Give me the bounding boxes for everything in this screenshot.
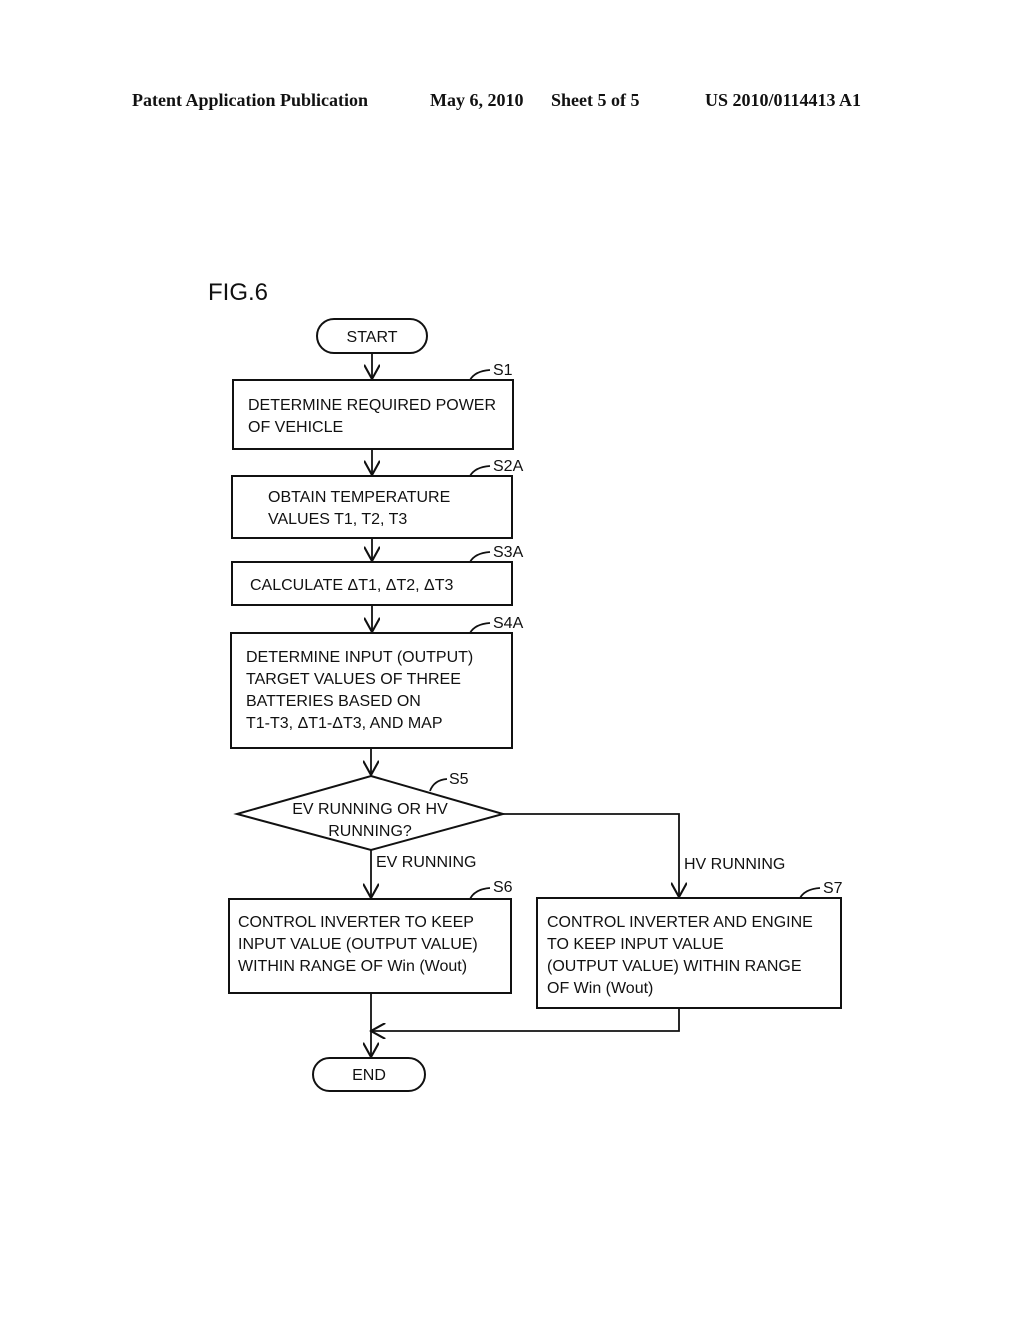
flowchart: FIG.6 START S1 DETERMINE REQUIRED POWER … (208, 279, 843, 1092)
decision-s5-leader (429, 778, 448, 792)
step-s1-line: DETERMINE REQUIRED POWER (248, 397, 496, 414)
step-s6-leader (469, 887, 491, 900)
figure-title: FIG.6 (208, 279, 268, 306)
step-s4a-id: S4A (493, 615, 524, 632)
start-label: START (347, 329, 398, 346)
step-s1-box (232, 379, 514, 450)
end-terminal: END (312, 1057, 426, 1092)
step-s4a-line: TARGET VALUES OF THREE (246, 671, 461, 688)
step-s1: S1 DETERMINE REQUIRED POWER OF VEHICLE (232, 362, 514, 450)
step-s3a: S3A CALCULATE ΔT1, ΔT2, ΔT3 (231, 544, 524, 606)
step-s4a: S4A DETERMINE INPUT (OUTPUT) TARGET VALU… (230, 615, 524, 749)
branch-hv-label: HV RUNNING (684, 856, 785, 873)
step-s1-leader (469, 369, 491, 381)
step-s7-line: TO KEEP INPUT VALUE (547, 936, 724, 953)
step-s3a-leader (469, 551, 491, 563)
step-s2a: S2A OBTAIN TEMPERATURE VALUES T1, T2, T3 (231, 458, 524, 539)
step-s2a-line: OBTAIN TEMPERATURE (268, 489, 450, 506)
step-s1-id: S1 (493, 362, 513, 379)
decision-s5-line: EV RUNNING OR HV (292, 801, 448, 818)
step-s2a-id: S2A (493, 458, 524, 475)
step-s2a-leader (469, 465, 491, 477)
step-s7-leader (799, 887, 821, 899)
arrow-s5-s7 (503, 813, 679, 897)
step-s7-line: CONTROL INVERTER AND ENGINE (547, 914, 813, 931)
end-label: END (352, 1067, 386, 1084)
step-s1-line: OF VEHICLE (248, 419, 343, 436)
step-s4a-line: T1-T3, ΔT1-ΔT3, AND MAP (246, 715, 443, 732)
step-s7-id: S7 (823, 880, 843, 897)
step-s3a-id: S3A (493, 544, 524, 561)
decision-s5-id: S5 (449, 771, 469, 788)
step-s4a-line: DETERMINE INPUT (OUTPUT) (246, 649, 473, 666)
decision-s5-line: RUNNING? (328, 823, 412, 840)
step-s6-id: S6 (493, 879, 513, 896)
step-s4a-line: BATTERIES BASED ON (246, 693, 421, 710)
step-s6-line: WITHIN RANGE OF Win (Wout) (238, 958, 467, 975)
step-s7-line: (OUTPUT VALUE) WITHIN RANGE (547, 958, 802, 975)
step-s2a-line: VALUES T1, T2, T3 (268, 511, 407, 528)
step-s4a-leader (469, 622, 491, 634)
step-s6-line: INPUT VALUE (OUTPUT VALUE) (238, 936, 478, 953)
branch-ev-label: EV RUNNING (376, 854, 476, 871)
arrow-s7-merge (371, 1008, 680, 1031)
start-terminal: START (316, 318, 428, 354)
step-s6-line: CONTROL INVERTER TO KEEP (238, 914, 474, 931)
decision-s5: S5 EV RUNNING OR HV RUNNING? (233, 771, 507, 852)
step-s2a-box (231, 475, 513, 539)
step-s7-line: OF Win (Wout) (547, 980, 653, 997)
step-s3a-line: CALCULATE ΔT1, ΔT2, ΔT3 (250, 577, 453, 594)
step-s7: S7 CONTROL INVERTER AND ENGINE TO KEEP I… (536, 880, 843, 1009)
